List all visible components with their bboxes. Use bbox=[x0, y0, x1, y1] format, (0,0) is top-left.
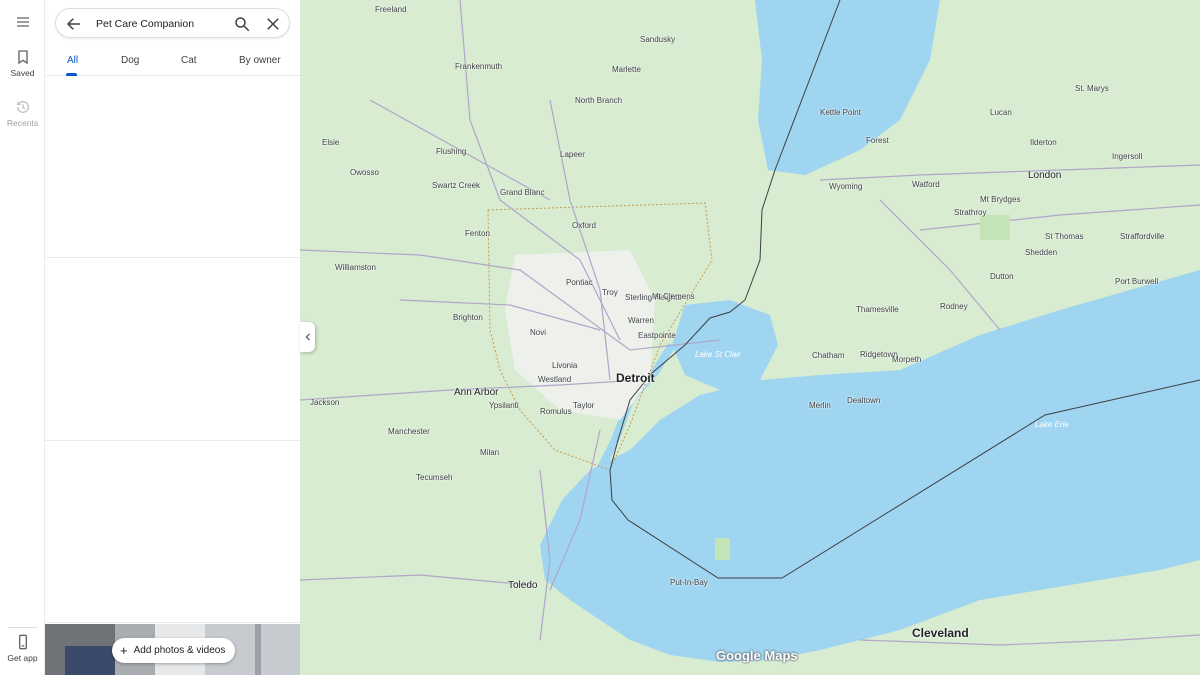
city-brighton[interactable]: Brighton bbox=[453, 313, 483, 322]
city-freeland[interactable]: Freeland bbox=[375, 5, 407, 14]
plus-icon: + bbox=[120, 643, 128, 658]
city-marlette[interactable]: Marlette bbox=[612, 65, 641, 74]
city-grand-blanc[interactable]: Grand Blanc bbox=[500, 188, 544, 197]
city-put-in-bay[interactable]: Put-In-Bay bbox=[670, 578, 708, 587]
saved-label: Saved bbox=[10, 68, 35, 78]
result-divider bbox=[45, 622, 300, 623]
city-elsie[interactable]: Elsie bbox=[322, 138, 339, 147]
city-mt-clemens[interactable]: Mt Clemens bbox=[652, 292, 695, 301]
map-canvas[interactable]: Lake St Clair Lake Erie Detroit Ann Arbo… bbox=[300, 0, 1200, 675]
city-chatham[interactable]: Chatham bbox=[812, 351, 844, 360]
city-ilderton[interactable]: Ilderton bbox=[1030, 138, 1057, 147]
tab-dog[interactable]: Dog bbox=[121, 55, 139, 66]
city-rodney[interactable]: Rodney bbox=[940, 302, 968, 311]
search-icon[interactable] bbox=[233, 15, 251, 33]
lake-erie-label: Lake Erie bbox=[1035, 420, 1069, 429]
city-dutton[interactable]: Dutton bbox=[990, 272, 1014, 281]
back-arrow-icon[interactable] bbox=[65, 15, 83, 33]
recents-label: Recents bbox=[6, 118, 39, 128]
city-westland[interactable]: Westland bbox=[538, 375, 571, 384]
city-livonia[interactable]: Livonia bbox=[552, 361, 577, 370]
city-taylor[interactable]: Taylor bbox=[573, 401, 594, 410]
city-fenton[interactable]: Fenton bbox=[465, 229, 490, 238]
city-mt-brydges[interactable]: Mt Brydges bbox=[980, 195, 1020, 204]
tab-cat[interactable]: Cat bbox=[181, 55, 197, 66]
city-williamston[interactable]: Williamston bbox=[335, 263, 376, 272]
city-milan[interactable]: Milan bbox=[480, 448, 499, 457]
rail-divider bbox=[8, 627, 37, 628]
city-lucan[interactable]: Lucan bbox=[990, 108, 1012, 117]
result-divider bbox=[45, 257, 300, 258]
city-detroit[interactable]: Detroit bbox=[616, 371, 655, 385]
city-kettle-point[interactable]: Kettle Point bbox=[820, 108, 861, 117]
category-tabs: All Dog Cat By owner bbox=[45, 46, 300, 76]
city-lapeer[interactable]: Lapeer bbox=[560, 150, 585, 159]
city-swartz-creek[interactable]: Swartz Creek bbox=[432, 181, 480, 190]
tab-by-owner[interactable]: By owner bbox=[239, 55, 281, 66]
city-forest[interactable]: Forest bbox=[866, 136, 889, 145]
close-icon[interactable] bbox=[264, 15, 282, 33]
city-owosso[interactable]: Owosso bbox=[350, 168, 379, 177]
recents-button[interactable]: Recents bbox=[0, 99, 45, 128]
city-ypsilanti[interactable]: Ypsilanti bbox=[489, 401, 519, 410]
lake-st-clair-label: Lake St Clair bbox=[695, 350, 741, 359]
city-tecumseh[interactable]: Tecumseh bbox=[416, 473, 452, 482]
city-pontiac[interactable]: Pontiac bbox=[566, 278, 593, 287]
city-ann-arbor[interactable]: Ann Arbor bbox=[454, 387, 498, 398]
city-st-marys[interactable]: St. Marys bbox=[1075, 84, 1109, 93]
city-sandusky[interactable]: Sandusky bbox=[640, 35, 675, 44]
city-ingersoll[interactable]: Ingersoll bbox=[1112, 152, 1142, 161]
city-flushing[interactable]: Flushing bbox=[436, 147, 466, 156]
city-morpeth[interactable]: Morpeth bbox=[892, 355, 921, 364]
city-london[interactable]: London bbox=[1028, 170, 1061, 181]
city-manchester[interactable]: Manchester bbox=[388, 427, 430, 436]
active-tab-indicator bbox=[66, 73, 77, 76]
tab-all[interactable]: All bbox=[67, 55, 78, 66]
map-graphic bbox=[300, 0, 1200, 675]
city-frankenmuth[interactable]: Frankenmuth bbox=[455, 62, 502, 71]
results-panel: All Dog Cat By owner + Add photos & vide… bbox=[45, 0, 300, 675]
city-eastpointe[interactable]: Eastpointe bbox=[638, 331, 676, 340]
history-icon bbox=[16, 101, 29, 113]
city-strathroy[interactable]: Strathroy bbox=[954, 208, 986, 217]
city-romulus[interactable]: Romulus bbox=[540, 407, 572, 416]
city-oxford[interactable]: Oxford bbox=[572, 221, 596, 230]
city-thamesville[interactable]: Thamesville bbox=[856, 305, 899, 314]
google-maps-attribution: Google Maps bbox=[716, 648, 798, 663]
city-watford[interactable]: Watford bbox=[912, 180, 940, 189]
get-app-label: Get app bbox=[7, 653, 38, 663]
city-shedden[interactable]: Shedden bbox=[1025, 248, 1057, 257]
city-north-branch[interactable]: North Branch bbox=[575, 96, 622, 105]
city-troy[interactable]: Troy bbox=[602, 288, 618, 297]
phone-icon bbox=[18, 634, 27, 650]
photo-strip[interactable]: + Add photos & videos bbox=[45, 624, 300, 675]
city-cleveland[interactable]: Cleveland bbox=[912, 626, 969, 640]
city-stratfordville[interactable]: Straffordville bbox=[1120, 232, 1164, 241]
menu-button[interactable] bbox=[0, 14, 45, 30]
saved-button[interactable]: Saved bbox=[0, 49, 45, 78]
menu-icon bbox=[16, 17, 29, 27]
city-port-burwell[interactable]: Port Burwell bbox=[1115, 277, 1158, 286]
search-box bbox=[55, 8, 290, 38]
city-novi[interactable]: Novi bbox=[530, 328, 546, 337]
add-photos-label: Add photos & videos bbox=[133, 645, 226, 656]
city-st-thomas[interactable]: St Thomas bbox=[1045, 232, 1084, 241]
city-wyoming[interactable]: Wyoming bbox=[829, 182, 862, 191]
search-input[interactable] bbox=[96, 15, 226, 33]
city-warren[interactable]: Warren bbox=[628, 316, 654, 325]
get-app-button[interactable]: Get app bbox=[0, 634, 45, 663]
collapse-panel-button[interactable] bbox=[300, 322, 315, 352]
bookmark-icon bbox=[17, 50, 28, 65]
chevron-left-icon bbox=[304, 333, 310, 341]
city-merlin[interactable]: Merlin bbox=[809, 401, 831, 410]
result-divider bbox=[45, 440, 300, 441]
left-rail: Saved Recents Get app bbox=[0, 0, 45, 675]
city-dealtown[interactable]: Dealtown bbox=[847, 396, 880, 405]
add-photos-button[interactable]: + Add photos & videos bbox=[112, 638, 236, 663]
city-toledo[interactable]: Toledo bbox=[508, 580, 537, 591]
city-jackson[interactable]: Jackson bbox=[310, 398, 339, 407]
